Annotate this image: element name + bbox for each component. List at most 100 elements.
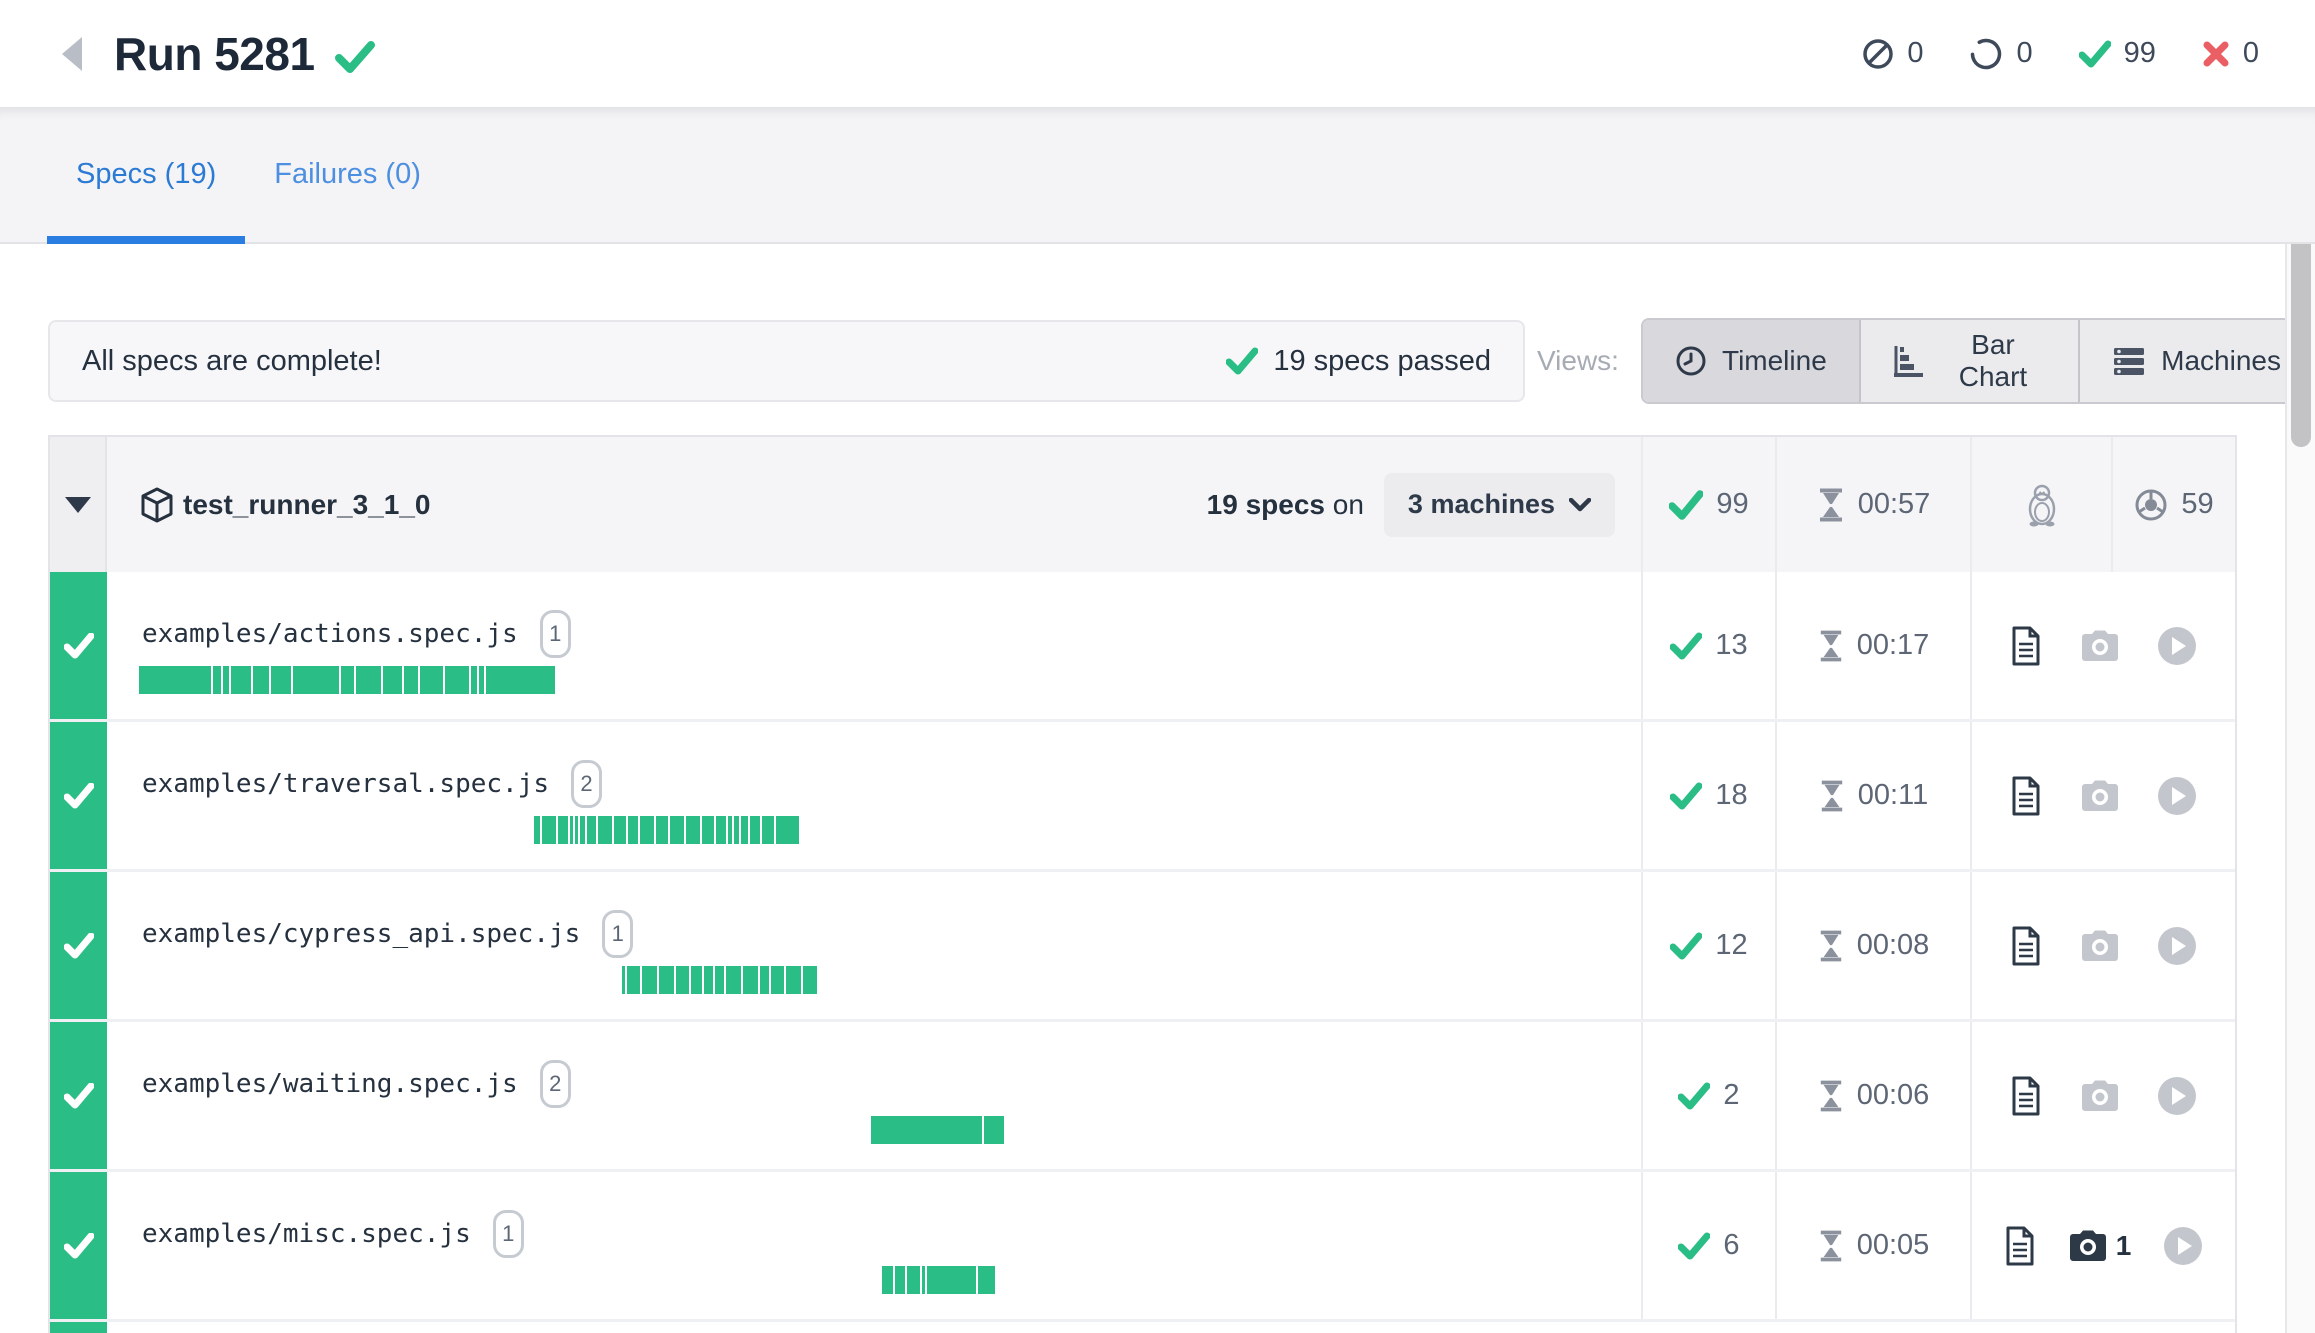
stdout-button[interactable] (2004, 1226, 2036, 1266)
document-icon (2010, 776, 2042, 816)
machine-number-badge: 1 (602, 910, 633, 958)
pending-circle-icon (1969, 37, 2003, 71)
banner-passed-label: 19 specs passed (1273, 345, 1491, 378)
screenshot-count: 1 (2116, 1230, 2132, 1262)
spec-passed-cell: 13 (1641, 572, 1775, 719)
views-button-group: Timeline Bar Chart Machines (1641, 318, 2315, 404)
spec-timeline[interactable] (622, 966, 817, 994)
play-icon (2157, 1076, 2197, 1116)
screenshots-button[interactable]: 1 (2068, 1230, 2132, 1262)
tab-failures[interactable]: Failures (0) (245, 107, 450, 242)
tab-specs-label: Specs (19) (76, 158, 216, 191)
play-icon (2157, 776, 2197, 816)
spec-duration: 00:08 (1857, 929, 1930, 962)
stdout-button[interactable] (2010, 776, 2042, 816)
cypress-run-page: Run 5281 0 0 99 (0, 0, 2315, 1333)
video-button[interactable] (2163, 1226, 2203, 1266)
spec-name-cell: examples/traversal.spec.js 2 (107, 722, 1641, 869)
camera-icon (2080, 930, 2120, 962)
linux-penguin-icon (2024, 483, 2060, 527)
hourglass-icon (1818, 1230, 1844, 1262)
check-icon (1669, 490, 1703, 520)
machines-dropdown[interactable]: 3 machines (1384, 473, 1615, 537)
screenshots-button[interactable] (2080, 630, 2120, 662)
tab-specs[interactable]: Specs (19) (47, 107, 245, 242)
machine-number-badge: 2 (540, 1060, 571, 1108)
view-machines-label: Machines (2161, 345, 2281, 377)
spec-timeline[interactable] (139, 666, 555, 694)
spec-duration: 00:05 (1857, 1229, 1930, 1262)
group-passed-count: 99 (1716, 488, 1748, 521)
spec-status-strip (50, 572, 107, 719)
spec-name-cell: examples/waiting.spec.js 2 (107, 1022, 1641, 1169)
clock-icon (1675, 345, 1707, 377)
chrome-icon (2134, 488, 2168, 522)
spec-row: examples/waiting.spec.js 2 2 00:06 (50, 1022, 2235, 1172)
screenshots-button[interactable] (2080, 780, 2120, 812)
page-title: Run 5281 (114, 27, 315, 81)
stdout-button[interactable] (2010, 1076, 2042, 1116)
group-duration-cell: 00:57 (1775, 437, 1970, 572)
check-icon (1670, 782, 1702, 810)
check-icon (1678, 1082, 1710, 1110)
video-button[interactable] (2157, 1076, 2197, 1116)
play-icon (2163, 1226, 2203, 1266)
camera-icon (2080, 780, 2120, 812)
group-passed-cell: 99 (1641, 437, 1775, 572)
spec-row: examples/cypress_api.spec.js 1 12 00:08 (50, 872, 2235, 1022)
check-icon (64, 1083, 94, 1109)
spec-name[interactable]: examples/waiting.spec.js (142, 1069, 518, 1099)
view-machines-button[interactable]: Machines (2080, 320, 2313, 402)
spec-name[interactable]: examples/traversal.spec.js (142, 769, 549, 799)
spec-passed-cell: 2 (1641, 1022, 1775, 1169)
spec-timeline[interactable] (534, 816, 799, 844)
document-icon (2010, 1076, 2042, 1116)
scrollbar-thumb[interactable] (2291, 229, 2311, 447)
spec-status-strip (50, 1172, 107, 1319)
cube-icon (141, 487, 173, 523)
spec-name[interactable]: examples/actions.spec.js (142, 619, 518, 649)
video-button[interactable] (2157, 776, 2197, 816)
spec-name[interactable]: examples/cypress_api.spec.js (142, 919, 580, 949)
spec-timeline[interactable] (882, 1266, 995, 1294)
run-header: Run 5281 0 0 99 (0, 0, 2315, 107)
view-timeline-label: Timeline (1722, 345, 1827, 377)
spec-artifacts-cell (1970, 872, 2235, 1019)
stat-failed-value: 0 (2243, 37, 2259, 70)
run-stats: 0 0 99 0 (1862, 37, 2259, 71)
caret-down-icon (65, 497, 91, 513)
status-banner: All specs are complete! 19 specs passed (48, 320, 1525, 402)
hourglass-icon (1818, 630, 1844, 662)
view-bar-chart-button[interactable]: Bar Chart (1861, 320, 2080, 402)
play-icon (2157, 926, 2197, 966)
stdout-button[interactable] (2010, 926, 2042, 966)
check-icon (1670, 932, 1702, 960)
screenshots-button[interactable] (2080, 1080, 2120, 1112)
video-button[interactable] (2157, 626, 2197, 666)
check-icon (64, 1233, 94, 1259)
check-icon (64, 633, 94, 659)
view-timeline-button[interactable]: Timeline (1643, 320, 1861, 402)
stat-pending: 0 (1969, 37, 2032, 71)
hourglass-icon (1818, 1080, 1844, 1112)
spec-name[interactable]: examples/misc.spec.js (142, 1219, 471, 1249)
spec-status-strip (50, 722, 107, 869)
document-icon (2010, 626, 2042, 666)
stdout-button[interactable] (2010, 626, 2042, 666)
back-button[interactable] (62, 32, 96, 76)
camera-icon (2068, 1230, 2108, 1262)
spec-name-cell: examples/misc.spec.js 1 (107, 1172, 1641, 1319)
spec-passed-cell: 12 (1641, 872, 1775, 1019)
group-os-cell (1970, 437, 2111, 572)
tab-bar: Specs (19) Failures (0) (0, 107, 2315, 244)
collapse-group-button[interactable] (50, 437, 107, 572)
video-button[interactable] (2157, 926, 2197, 966)
tab-failures-label: Failures (0) (274, 158, 421, 191)
screenshots-button[interactable] (2080, 930, 2120, 962)
scrollbar-track[interactable] (2285, 107, 2315, 1333)
spec-row: examples/misc.spec.js 1 6 00:05 (50, 1172, 2235, 1322)
spec-status-strip (50, 1322, 107, 1333)
spec-timeline[interactable] (871, 1116, 1004, 1144)
camera-icon (2080, 1080, 2120, 1112)
spec-duration-cell: 00:05 (1775, 1172, 1970, 1319)
